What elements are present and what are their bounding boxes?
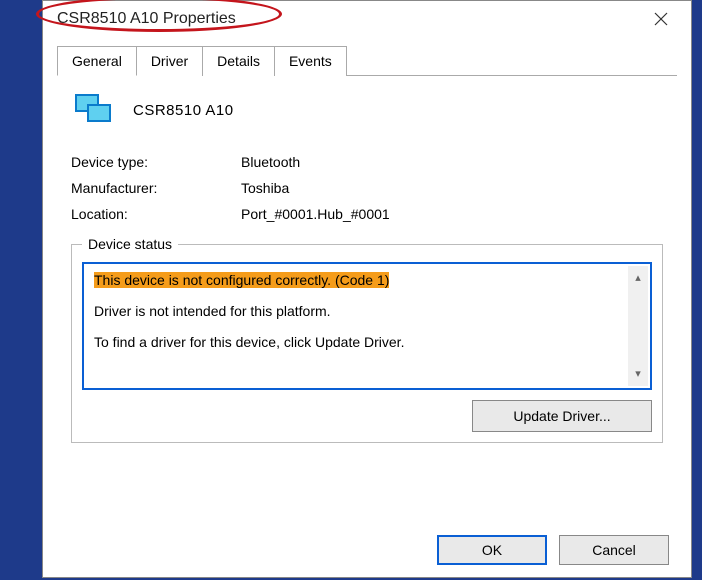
tab-content: CSR8510 A10 Device type: Bluetooth Manuf… [43, 76, 691, 453]
device-status-legend: Device status [82, 236, 178, 252]
window-title: CSR8510 A10 Properties [57, 10, 236, 28]
device-type-label: Device type: [71, 154, 241, 170]
manufacturer-label: Manufacturer: [71, 180, 241, 196]
ok-button[interactable]: OK [437, 535, 547, 565]
location-label: Location: [71, 206, 241, 222]
tab-events[interactable]: Events [274, 46, 347, 76]
close-icon [654, 12, 668, 26]
titlebar: CSR8510 A10 Properties [43, 1, 691, 37]
tab-general[interactable]: General [57, 46, 137, 76]
device-header: CSR8510 A10 [71, 92, 663, 128]
dialog-footer: OK Cancel [437, 535, 669, 565]
manufacturer-value: Toshiba [241, 180, 289, 196]
device-type-value: Bluetooth [241, 154, 300, 170]
row-device-type: Device type: Bluetooth [71, 154, 663, 170]
status-line-2: Driver is not intended for this platform… [94, 301, 626, 322]
scroll-down-icon[interactable]: ▾ [635, 366, 641, 383]
scrollbar[interactable]: ▴ ▾ [628, 266, 648, 386]
status-line-1: This device is not configured correctly.… [94, 272, 389, 288]
device-name: CSR8510 A10 [133, 102, 234, 119]
close-button[interactable] [641, 4, 681, 34]
scroll-up-icon[interactable]: ▴ [635, 270, 641, 287]
row-manufacturer: Manufacturer: Toshiba [71, 180, 663, 196]
cancel-button[interactable]: Cancel [559, 535, 669, 565]
update-driver-button[interactable]: Update Driver... [472, 400, 652, 432]
location-value: Port_#0001.Hub_#0001 [241, 206, 390, 222]
device-icon [71, 92, 113, 128]
status-line-3: To find a driver for this device, click … [94, 332, 626, 353]
tab-bar: General Driver Details Events [57, 45, 677, 76]
row-location: Location: Port_#0001.Hub_#0001 [71, 206, 663, 222]
device-status-textbox[interactable]: This device is not configured correctly.… [82, 262, 652, 390]
tab-driver[interactable]: Driver [136, 46, 203, 76]
device-status-group: Device status This device is not configu… [71, 236, 663, 443]
properties-dialog: CSR8510 A10 Properties General Driver De… [42, 0, 692, 578]
tab-details[interactable]: Details [202, 46, 275, 76]
